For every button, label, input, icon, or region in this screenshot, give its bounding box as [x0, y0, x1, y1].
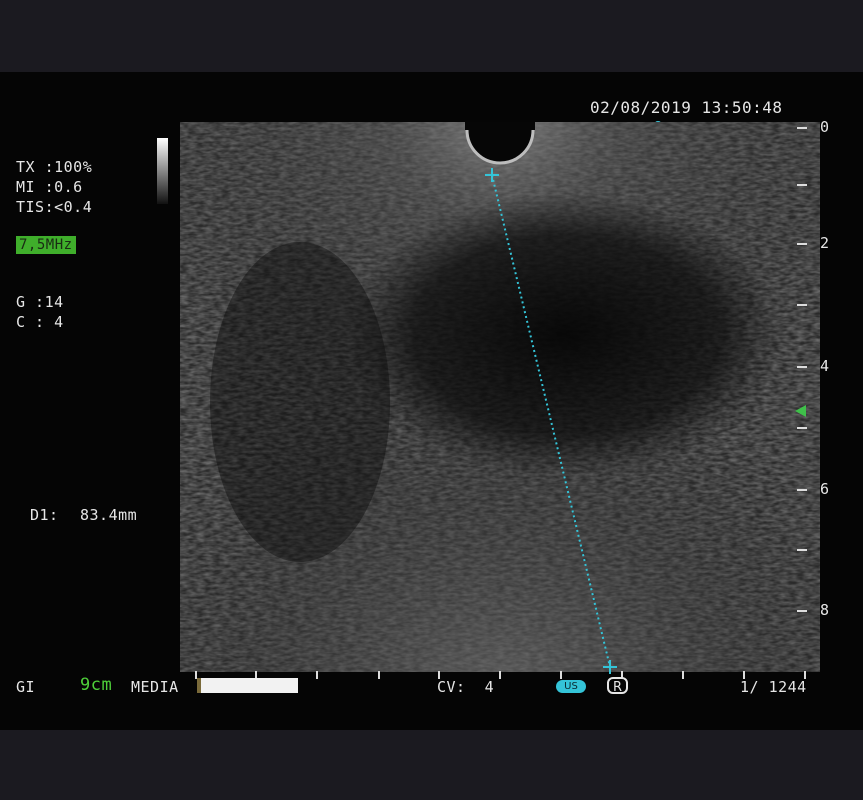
tis-value: TIS:<0.4 — [16, 198, 93, 216]
frame-counter: 1/ 1244 — [740, 678, 807, 696]
depth-setting[interactable]: 9cm — [80, 676, 112, 694]
caliper-measurement[interactable] — [480, 165, 620, 675]
focus-marker-icon[interactable] — [795, 405, 806, 417]
media-progress-bar[interactable] — [197, 678, 298, 693]
cv-value: CV: 4 — [437, 678, 495, 696]
r-badge[interactable]: R — [607, 677, 628, 695]
gain-value: G :14 — [16, 293, 64, 311]
depth-tick — [797, 549, 807, 551]
caliper-start-icon[interactable] — [485, 168, 499, 182]
depth-label-2: 2 — [820, 234, 830, 252]
depth-tick — [797, 243, 807, 245]
media-label: MEDIA — [131, 678, 179, 696]
depth-label-6: 6 — [820, 480, 830, 498]
depth-tick — [797, 366, 807, 368]
contrast-value: C : 4 — [16, 313, 64, 331]
mi-value: MI :0.6 — [16, 178, 83, 196]
depth-tick — [797, 184, 807, 186]
depth-tick — [797, 304, 807, 306]
preset-label[interactable]: GI — [16, 678, 35, 696]
depth-label-4: 4 — [820, 357, 830, 375]
measurement-label: D1: — [30, 506, 59, 524]
depth-tick — [797, 427, 807, 429]
frequency-badge: 7,5MHz — [16, 236, 76, 254]
depth-tick — [797, 610, 807, 612]
tx-value: TX :100% — [16, 158, 93, 176]
depth-tick — [797, 489, 807, 491]
depth-tick — [797, 127, 807, 129]
measurement-value: 83.4mm — [80, 506, 138, 524]
datetime: 02/08/2019 13:50:48 — [590, 98, 783, 117]
depth-label-0: 0 — [820, 118, 830, 136]
depth-label-8: 8 — [820, 601, 830, 619]
grayscale-bar — [157, 138, 168, 204]
us-badge[interactable]: US — [556, 680, 586, 693]
